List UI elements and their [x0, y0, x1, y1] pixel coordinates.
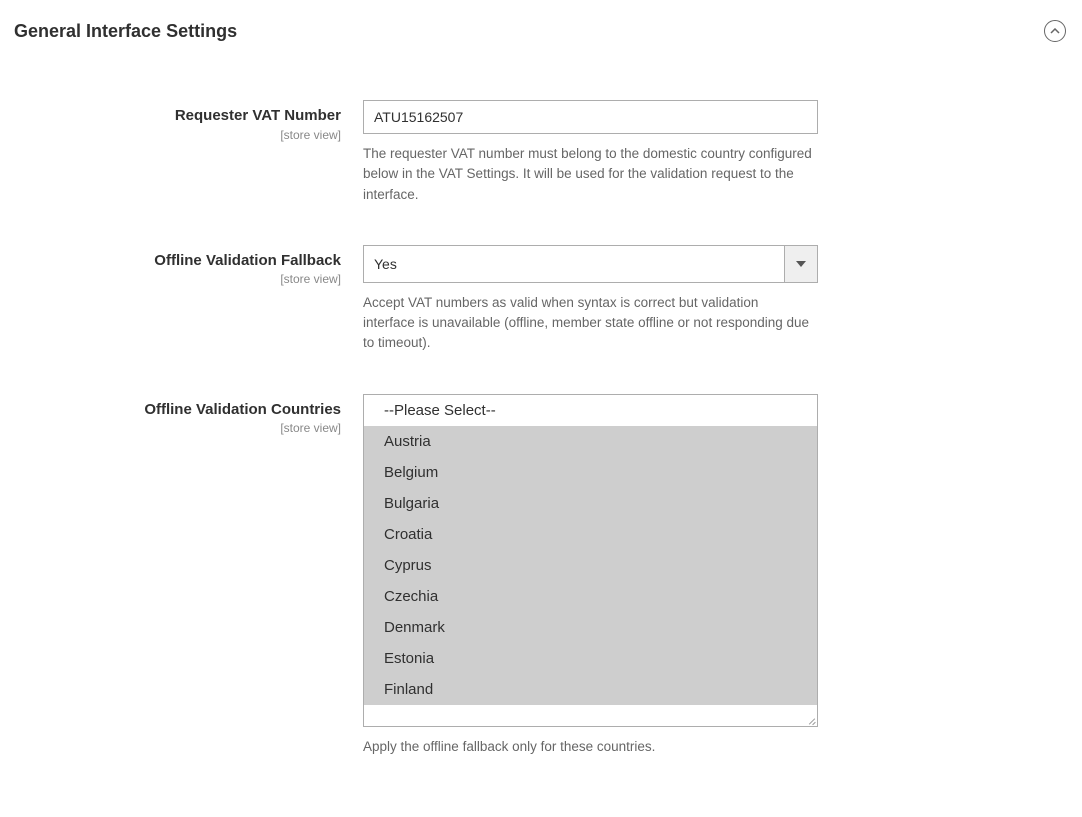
- offline-countries-label: Offline Validation Countries: [14, 400, 341, 420]
- value-col: --Please Select--AustriaBelgiumBulgariaC…: [363, 394, 818, 757]
- value-col: The requester VAT number must belong to …: [363, 100, 818, 205]
- label-col: Offline Validation Countries [store view…: [14, 394, 363, 436]
- requester-vat-input[interactable]: [363, 100, 818, 134]
- value-col: Yes Accept VAT numbers as valid when syn…: [363, 245, 818, 354]
- country-option[interactable]: Finland: [364, 674, 817, 705]
- country-option[interactable]: Denmark: [364, 612, 817, 643]
- offline-fallback-select-wrapper: Yes: [363, 245, 818, 283]
- collapse-toggle[interactable]: [1044, 20, 1066, 42]
- row-offline-fallback: Offline Validation Fallback [store view]…: [14, 245, 1068, 354]
- country-option[interactable]: Estonia: [364, 643, 817, 674]
- country-option[interactable]: Bulgaria: [364, 488, 817, 519]
- offline-fallback-scope: [store view]: [14, 272, 341, 286]
- country-option[interactable]: Czechia: [364, 581, 817, 612]
- offline-countries-multiselect[interactable]: --Please Select--AustriaBelgiumBulgariaC…: [364, 395, 817, 725]
- row-offline-countries: Offline Validation Countries [store view…: [14, 394, 1068, 757]
- requester-vat-hint: The requester VAT number must belong to …: [363, 144, 813, 205]
- requester-vat-scope: [store view]: [14, 128, 341, 142]
- country-option[interactable]: Cyprus: [364, 550, 817, 581]
- country-option[interactable]: Croatia: [364, 519, 817, 550]
- requester-vat-label: Requester VAT Number: [14, 106, 341, 126]
- section-header: General Interface Settings: [14, 20, 1068, 50]
- offline-countries-scope: [store view]: [14, 421, 341, 435]
- multiselect-placeholder[interactable]: --Please Select--: [364, 395, 817, 426]
- chevron-up-icon: [1050, 28, 1060, 34]
- row-requester-vat: Requester VAT Number [store view] The re…: [14, 100, 1068, 205]
- offline-fallback-select[interactable]: Yes: [363, 245, 818, 283]
- label-col: Requester VAT Number [store view]: [14, 100, 363, 142]
- country-option[interactable]: Austria: [364, 426, 817, 457]
- offline-fallback-label: Offline Validation Fallback: [14, 251, 341, 271]
- country-option[interactable]: Belgium: [364, 457, 817, 488]
- section-title: General Interface Settings: [14, 21, 237, 42]
- offline-fallback-hint: Accept VAT numbers as valid when syntax …: [363, 293, 813, 354]
- label-col: Offline Validation Fallback [store view]: [14, 245, 363, 287]
- offline-countries-multiselect-wrapper: --Please Select--AustriaBelgiumBulgariaC…: [363, 394, 818, 727]
